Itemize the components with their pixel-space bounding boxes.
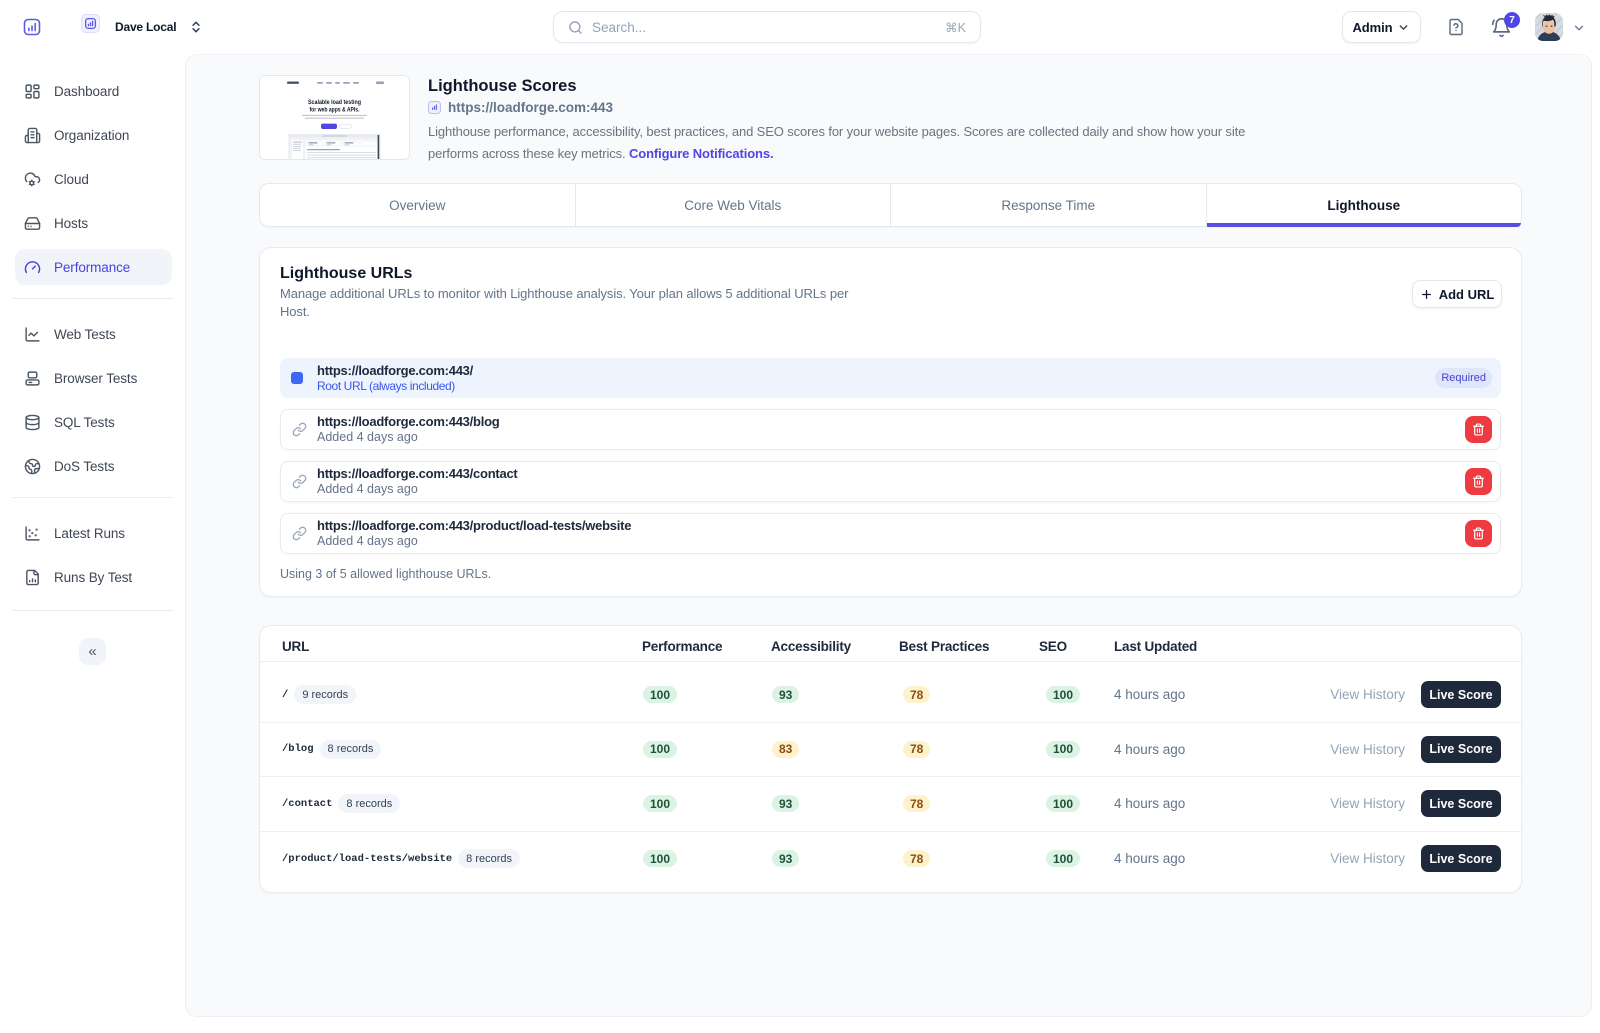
svg-text:for web apps & APIs.: for web apps & APIs. xyxy=(310,107,360,114)
svg-text:Scalable load testing: Scalable load testing xyxy=(308,99,361,106)
